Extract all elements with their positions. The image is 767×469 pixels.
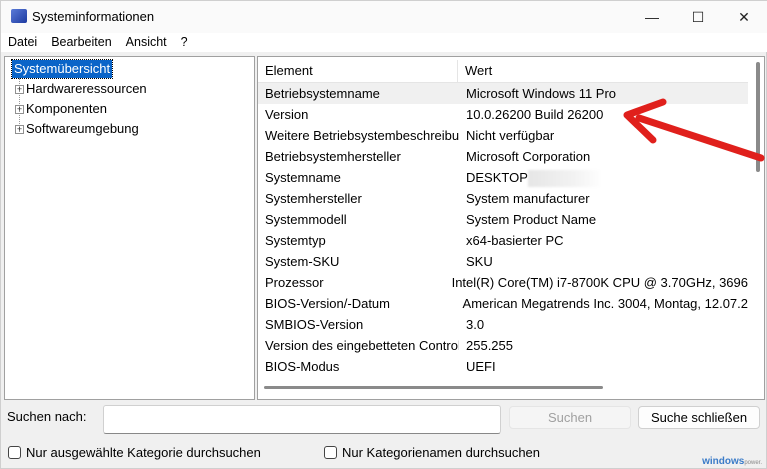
search-button[interactable]: Suchen [509, 406, 631, 429]
table-row[interactable]: Version des eingebetteten Controllers 255… [258, 335, 748, 356]
cell-element: Betriebsystemhersteller [265, 149, 401, 164]
cell-value-text: System manufacturer [466, 191, 590, 206]
title-bar: Systeminformationen — ☐ ✕ [1, 1, 767, 33]
menu-bar: Datei Bearbeiten Ansicht ? [1, 33, 767, 52]
option-label: Nur ausgewählte Kategorie durchsuchen [26, 445, 261, 460]
cell-value-text: 255.255 [466, 338, 513, 353]
close-button[interactable]: ✕ [721, 1, 767, 33]
category-tree: Systemübersicht + Hardwareressourcen + Kom… [4, 56, 255, 400]
cell-value: American Megatrends Inc. 3004, Montag, 1… [456, 293, 748, 314]
menu-help[interactable]: ? [174, 33, 195, 52]
column-header-wert[interactable]: Wert [458, 60, 492, 82]
cell-element: Systemtyp [265, 233, 326, 248]
cell-value-text: Nicht verfügbar [466, 128, 555, 143]
search-label: Suchen nach: [7, 409, 87, 424]
table-row[interactable]: SMBIOS-Version 3.0 [258, 314, 748, 335]
tree-item-label: Softwareumgebung [26, 121, 139, 136]
cell-value-text: Microsoft Corporation [466, 149, 591, 164]
cell-value: Nicht verfügbar [459, 125, 554, 146]
maximize-button[interactable]: ☐ [675, 1, 721, 33]
checkbox[interactable] [8, 446, 21, 459]
cell-value: Intel(R) Core(TM) i7-8700K CPU @ 3.70GHz… [445, 272, 748, 293]
cell-value-text: System Product Name [466, 212, 597, 227]
cell-value: 10.0.26200 Build 26200 [459, 104, 603, 125]
option-category-names[interactable]: Nur Kategorienamen durchsuchen [324, 445, 540, 460]
cell-value-text: 10.0.26200 Build 26200 [466, 107, 604, 122]
tree-item-hardware[interactable]: + Hardwareressourcen [15, 79, 147, 99]
tree-item-label: Hardwareressourcen [26, 81, 147, 96]
cell-element: Version des eingebetteten Controllers [265, 338, 459, 353]
search-input[interactable] [103, 405, 501, 434]
table-row[interactable]: Systemmodell System Product Name [258, 209, 748, 230]
column-header-element[interactable]: Element [258, 60, 458, 82]
expand-icon[interactable]: + [15, 124, 24, 134]
tree-item-systemuebersicht[interactable]: Systemübersicht [10, 59, 114, 79]
cell-element: Systemhersteller [265, 191, 362, 206]
cell-value-text: DESKTOP [466, 170, 528, 185]
cell-element: BIOS-Version/-Datum [265, 296, 390, 311]
cell-value: 3.0 [459, 314, 484, 335]
menu-datei[interactable]: Datei [1, 33, 44, 52]
cell-element: BIOS-Modus [265, 359, 340, 374]
option-label: Nur Kategorienamen durchsuchen [342, 445, 541, 460]
cell-value: 255.255 [459, 335, 513, 356]
cell-value-text: SKU [466, 254, 493, 269]
watermark-logo: windowspower. [702, 456, 762, 467]
redacted-blur [527, 170, 603, 188]
cell-element: Systemmodell [265, 212, 347, 227]
cell-element: SMBIOS-Version [265, 317, 364, 332]
cell-value-text: Microsoft Windows 11 Pro [466, 86, 617, 101]
cell-value-text: x64-basierter PC [466, 233, 564, 248]
cell-value: System Product Name [459, 209, 596, 230]
cell-value: Microsoft Corporation [459, 146, 590, 167]
table-row[interactable]: Systemhersteller System manufacturer [258, 188, 748, 209]
cell-element: Weitere Betriebsystembeschreibung [265, 128, 459, 143]
menu-bearbeiten[interactable]: Bearbeiten [44, 33, 118, 52]
cell-element: System-SKU [265, 254, 340, 269]
cell-value-text: UEFI [466, 359, 496, 374]
cell-value: System manufacturer [459, 188, 590, 209]
app-icon [11, 9, 27, 23]
cell-value: x64-basierter PC [459, 230, 564, 251]
cell-element: Version [265, 107, 309, 122]
table-row[interactable]: System-SKU SKU [258, 251, 748, 272]
tree-item-label: Komponenten [26, 101, 107, 116]
cell-value: DESKTOP [459, 167, 603, 188]
table-row[interactable]: Systemtyp x64-basierter PC [258, 230, 748, 251]
cell-value-text: American Megatrends Inc. 3004, Montag, 1… [462, 296, 748, 311]
cell-element: Prozessor [265, 275, 324, 290]
red-arrow-annotation [623, 98, 765, 162]
cell-value: Microsoft Windows 11 Pro [459, 83, 616, 104]
table-row[interactable]: BIOS-Modus UEFI [258, 356, 748, 377]
menu-ansicht[interactable]: Ansicht [119, 33, 174, 52]
tree-item-komponenten[interactable]: + Komponenten [15, 99, 107, 119]
tree-item-software[interactable]: + Softwareumgebung [15, 119, 139, 139]
table-header: Element Wert [258, 60, 748, 83]
option-selected-category[interactable]: Nur ausgewählte Kategorie durchsuchen [8, 445, 261, 460]
cell-value: UEFI [459, 356, 496, 377]
checkbox[interactable] [324, 446, 337, 459]
minimize-button[interactable]: — [629, 1, 675, 33]
window-title: Systeminformationen [32, 9, 155, 24]
cell-element: Systemname [265, 170, 341, 185]
cell-value: SKU [459, 251, 493, 272]
expand-icon[interactable]: + [15, 84, 24, 94]
cell-element: Betriebsystemname [265, 86, 380, 101]
table-row[interactable]: BIOS-Version/-Datum American Megatrends I… [258, 293, 748, 314]
cell-value-text: 3.0 [466, 317, 485, 332]
close-search-button[interactable]: Suche schließen [638, 406, 760, 429]
horizontal-scrollbar[interactable] [264, 386, 603, 389]
expand-icon[interactable]: + [15, 104, 24, 114]
cell-value-text: Intel(R) Core(TM) i7-8700K CPU @ 3.70GHz… [451, 275, 748, 290]
table-row[interactable]: Prozessor Intel(R) Core(TM) i7-8700K CPU … [258, 272, 748, 293]
